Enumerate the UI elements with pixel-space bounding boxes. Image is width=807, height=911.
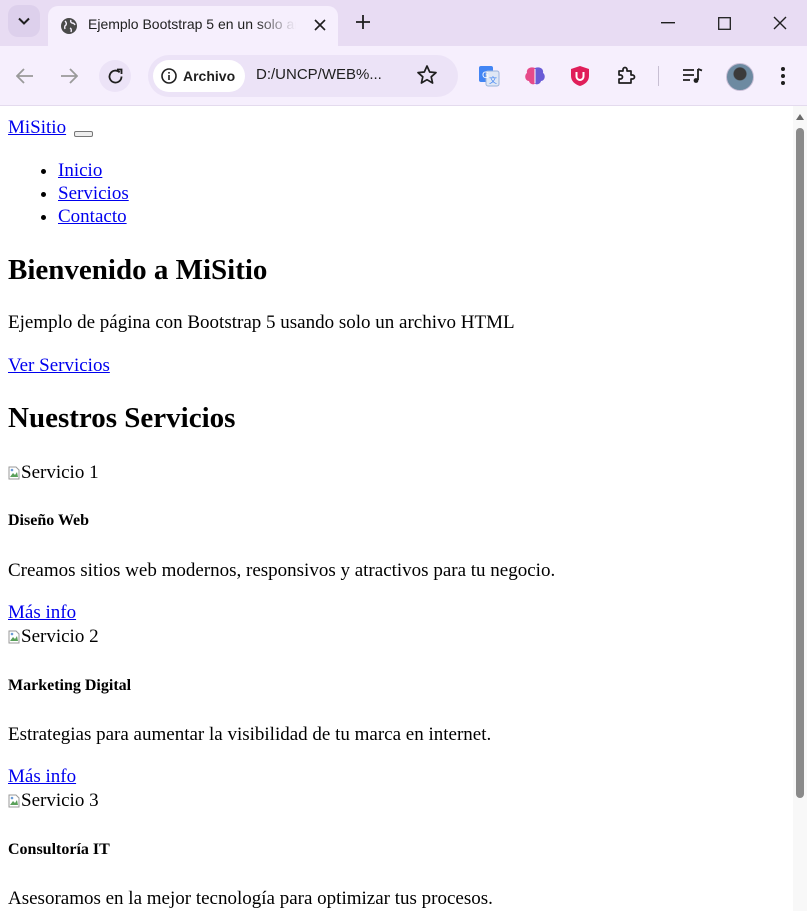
minimize-icon[interactable]: [656, 11, 680, 35]
active-tab[interactable]: Ejemplo Bootstrap 5 en un solo archivo: [48, 6, 338, 46]
service-text: Asesoramos en la mejor tecnología para o…: [8, 888, 493, 909]
hero-text: Ejemplo de página con Bootstrap 5 usando…: [8, 312, 515, 333]
broken-image-icon: [8, 630, 20, 644]
service-image: Servicio 3: [8, 790, 99, 812]
media-queue-icon[interactable]: [681, 64, 705, 88]
svg-text:文: 文: [489, 75, 497, 85]
nav-link-contacto[interactable]: Contacto: [58, 206, 127, 227]
navbar-toggler-button[interactable]: [74, 131, 93, 137]
nav-menu: Inicio Servicios Contacto: [0, 159, 129, 228]
service-image-alt: Servicio 2: [21, 626, 99, 647]
page-scrollbar[interactable]: [793, 106, 807, 911]
back-arrow-icon[interactable]: [9, 60, 41, 92]
tab-strip: Ejemplo Bootstrap 5 en un solo archivo: [0, 0, 807, 46]
nav-item: Servicios: [58, 182, 129, 205]
scrollbar-thumb[interactable]: [796, 128, 804, 798]
bookmark-star-icon[interactable]: [416, 64, 438, 86]
site-info-label: Archivo: [183, 68, 236, 84]
service-image: Servicio 2: [8, 626, 99, 648]
svg-text:G: G: [482, 71, 489, 81]
chevron-down-icon: [18, 17, 30, 25]
service-title: Marketing Digital: [8, 677, 132, 694]
toolbar-separator: [658, 66, 659, 86]
service-text: Estrategias para aumentar la visibilidad…: [8, 724, 492, 745]
hero-link[interactable]: Ver Servicios: [8, 355, 110, 377]
broken-image-icon: [8, 466, 20, 480]
service-text: Creamos sitios web modernos, responsivos…: [8, 560, 556, 581]
service-more-link[interactable]: Más info: [8, 602, 76, 624]
service-more-link[interactable]: Más info: [8, 766, 76, 788]
services-title: Nuestros Servicios: [8, 402, 236, 434]
nav-item: Inicio: [58, 159, 129, 182]
service-title: Diseño Web: [8, 512, 90, 529]
service-title: Consultoría IT: [8, 841, 110, 858]
address-bar[interactable]: Archivo D:/UNCP/WEB%...: [148, 55, 458, 97]
hero-title: Bienvenido a MiSitio: [8, 254, 268, 286]
close-tab-icon[interactable]: [310, 15, 330, 35]
profile-avatar[interactable]: [726, 63, 754, 91]
globe-icon: [61, 18, 77, 34]
service-image-alt: Servicio 1: [21, 462, 99, 483]
nav-link-servicios[interactable]: Servicios: [58, 183, 129, 204]
service-image: Servicio 1: [8, 462, 99, 484]
info-icon: [161, 68, 177, 84]
service-image-alt: Servicio 3: [21, 790, 99, 811]
brain-extension-icon[interactable]: [523, 64, 547, 88]
page-viewport: MiSitio Inicio Servicios Contacto Bienve…: [0, 106, 793, 911]
brand-link[interactable]: MiSitio: [8, 117, 66, 139]
forward-arrow-icon[interactable]: [53, 60, 85, 92]
tab-search-button[interactable]: [8, 5, 40, 37]
new-tab-icon[interactable]: [352, 11, 374, 33]
reload-icon[interactable]: [99, 60, 131, 92]
close-window-icon[interactable]: [768, 11, 792, 35]
tab-title: Ejemplo Bootstrap 5 en un solo archivo: [88, 16, 296, 32]
nav-item: Contacto: [58, 205, 129, 228]
translate-extension-icon[interactable]: G文: [477, 64, 501, 88]
nav-link-inicio[interactable]: Inicio: [58, 160, 102, 181]
broken-image-icon: [8, 794, 20, 808]
site-info-chip[interactable]: Archivo: [153, 60, 246, 92]
browser-toolbar: Archivo D:/UNCP/WEB%... G文: [0, 46, 807, 106]
url-text: D:/UNCP/WEB%...: [256, 66, 382, 83]
shield-extension-icon[interactable]: [568, 64, 592, 88]
scroll-up-arrow-icon[interactable]: [796, 114, 804, 120]
puzzle-extensions-icon[interactable]: [614, 64, 638, 88]
kebab-menu-icon[interactable]: [771, 64, 795, 88]
maximize-icon[interactable]: [712, 11, 736, 35]
